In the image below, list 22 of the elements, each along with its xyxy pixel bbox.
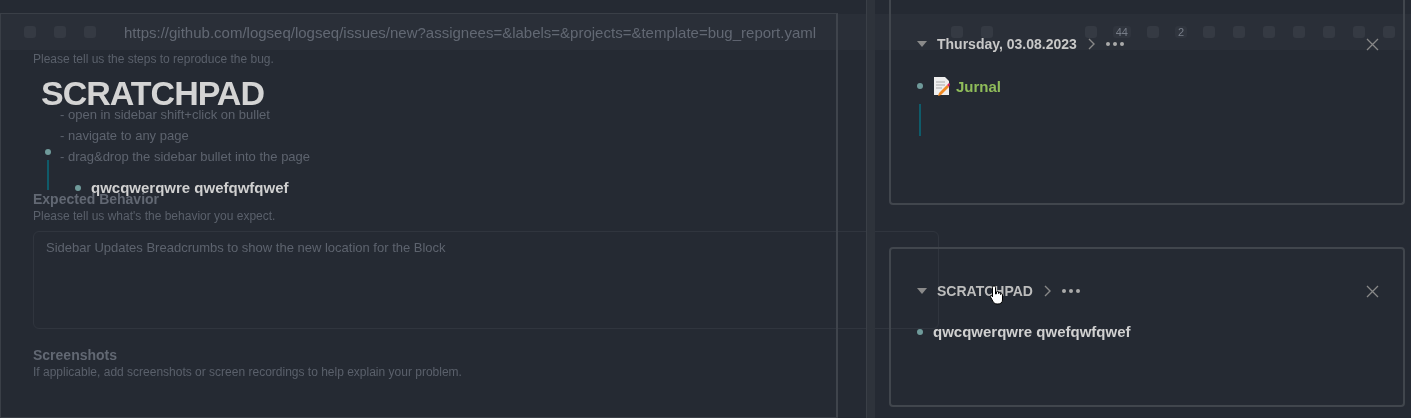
block-bullet[interactable] — [917, 328, 923, 335]
section-heading: Screenshots — [33, 347, 118, 363]
page-link[interactable]: Jurnal — [956, 77, 1001, 95]
block-bullet[interactable] — [45, 149, 51, 155]
textarea-value: Sidebar Updates Breadcrumbs to show the new location for the Block — [46, 240, 446, 255]
more-icon[interactable] — [1104, 41, 1125, 47]
extension-badge: 2 — [1174, 26, 1187, 38]
close-icon[interactable] — [1366, 37, 1379, 51]
block-bullet[interactable] — [75, 184, 81, 191]
textarea-line: - drag&drop the sidebar bullet into the page — [60, 149, 311, 164]
close-icon[interactable] — [1366, 284, 1379, 298]
chevron-right-icon — [1086, 38, 1095, 50]
more-icon[interactable] — [1060, 288, 1081, 294]
collapse-icon[interactable] — [917, 287, 927, 295]
collapse-icon[interactable] — [917, 40, 927, 48]
extension-badge: 44 — [1112, 26, 1131, 38]
block-bullet[interactable] — [917, 83, 923, 89]
textarea-line: - navigate to any page — [60, 128, 189, 143]
memo-icon — [933, 76, 950, 96]
card-title[interactable]: Thursday, 03.08.2023 — [937, 36, 1077, 52]
children-guide-line — [919, 104, 921, 136]
chevron-right-icon — [1042, 285, 1051, 297]
